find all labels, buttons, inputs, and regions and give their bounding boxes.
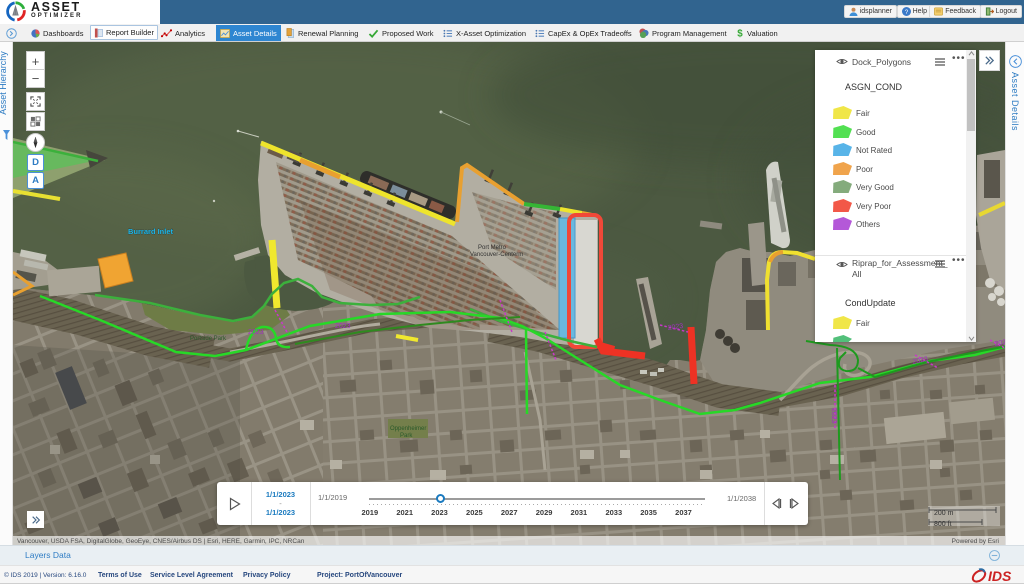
svg-text:Port Metro: Port Metro (478, 245, 507, 251)
svg-text:2023: 2023 (248, 329, 264, 336)
svg-text:$: $ (737, 29, 743, 38)
svg-text:800 ft: 800 ft (934, 521, 952, 526)
svg-text:IDS: IDS (988, 568, 1012, 584)
svg-text:2023: 2023 (335, 323, 351, 330)
svg-text:200 m: 200 m (934, 510, 954, 517)
svg-text:Burrard Inlet: Burrard Inlet (128, 227, 174, 236)
svg-text:Park: Park (400, 433, 413, 439)
svg-text:Oppenheimer: Oppenheimer (390, 426, 426, 432)
svg-text:Vancouver-Centerm: Vancouver-Centerm (470, 252, 523, 258)
svg-text:Portside Park: Portside Park (190, 336, 227, 342)
svg-text:?: ? (904, 9, 908, 16)
svg-text:2023: 2023 (994, 338, 1005, 348)
svg-text:2023: 2023 (830, 408, 837, 424)
